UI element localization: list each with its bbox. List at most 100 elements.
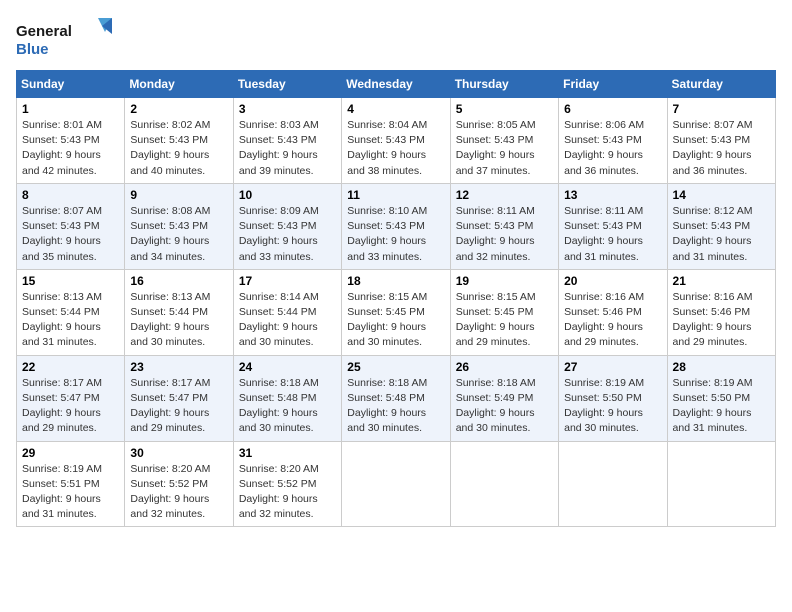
day-number: 27 (564, 360, 661, 374)
sunrise-time: Sunrise: 8:19 AM (22, 463, 102, 475)
day-cell: 21 Sunrise: 8:16 AM Sunset: 5:46 PM Dayl… (667, 269, 775, 355)
day-info: Sunrise: 8:20 AM Sunset: 5:52 PM Dayligh… (239, 462, 336, 523)
sunrise-time: Sunrise: 8:20 AM (130, 463, 210, 475)
empty-day-cell (559, 441, 667, 527)
weekday-header: Thursday (450, 71, 558, 98)
daylight-hours: Daylight: 9 hours and 30 minutes. (239, 407, 318, 434)
day-number: 7 (673, 102, 770, 116)
day-cell: 22 Sunrise: 8:17 AM Sunset: 5:47 PM Dayl… (17, 355, 125, 441)
day-info: Sunrise: 8:16 AM Sunset: 5:46 PM Dayligh… (564, 290, 661, 351)
daylight-hours: Daylight: 9 hours and 29 minutes. (130, 407, 209, 434)
day-cell: 15 Sunrise: 8:13 AM Sunset: 5:44 PM Dayl… (17, 269, 125, 355)
day-cell: 12 Sunrise: 8:11 AM Sunset: 5:43 PM Dayl… (450, 183, 558, 269)
day-cell: 3 Sunrise: 8:03 AM Sunset: 5:43 PM Dayli… (233, 98, 341, 184)
sunset-time: Sunset: 5:46 PM (673, 306, 751, 318)
day-number: 3 (239, 102, 336, 116)
daylight-hours: Daylight: 9 hours and 42 minutes. (22, 149, 101, 176)
day-info: Sunrise: 8:05 AM Sunset: 5:43 PM Dayligh… (456, 118, 553, 179)
daylight-hours: Daylight: 9 hours and 30 minutes. (347, 321, 426, 348)
day-info: Sunrise: 8:15 AM Sunset: 5:45 PM Dayligh… (456, 290, 553, 351)
day-cell: 17 Sunrise: 8:14 AM Sunset: 5:44 PM Dayl… (233, 269, 341, 355)
day-number: 13 (564, 188, 661, 202)
sunrise-time: Sunrise: 8:09 AM (239, 205, 319, 217)
sunrise-time: Sunrise: 8:18 AM (456, 377, 536, 389)
day-number: 25 (347, 360, 444, 374)
weekday-header: Saturday (667, 71, 775, 98)
calendar-week-row: 1 Sunrise: 8:01 AM Sunset: 5:43 PM Dayli… (17, 98, 776, 184)
day-info: Sunrise: 8:12 AM Sunset: 5:43 PM Dayligh… (673, 204, 770, 265)
day-info: Sunrise: 8:19 AM Sunset: 5:50 PM Dayligh… (564, 376, 661, 437)
sunset-time: Sunset: 5:48 PM (347, 392, 425, 404)
day-cell: 9 Sunrise: 8:08 AM Sunset: 5:43 PM Dayli… (125, 183, 233, 269)
empty-day-cell (450, 441, 558, 527)
daylight-hours: Daylight: 9 hours and 36 minutes. (564, 149, 643, 176)
day-cell: 26 Sunrise: 8:18 AM Sunset: 5:49 PM Dayl… (450, 355, 558, 441)
sunrise-time: Sunrise: 8:17 AM (130, 377, 210, 389)
day-cell: 23 Sunrise: 8:17 AM Sunset: 5:47 PM Dayl… (125, 355, 233, 441)
sunrise-time: Sunrise: 8:19 AM (564, 377, 644, 389)
day-info: Sunrise: 8:04 AM Sunset: 5:43 PM Dayligh… (347, 118, 444, 179)
sunset-time: Sunset: 5:50 PM (673, 392, 751, 404)
daylight-hours: Daylight: 9 hours and 30 minutes. (239, 321, 318, 348)
sunrise-time: Sunrise: 8:08 AM (130, 205, 210, 217)
calendar-week-row: 15 Sunrise: 8:13 AM Sunset: 5:44 PM Dayl… (17, 269, 776, 355)
daylight-hours: Daylight: 9 hours and 31 minutes. (564, 235, 643, 262)
day-number: 24 (239, 360, 336, 374)
calendar-week-row: 29 Sunrise: 8:19 AM Sunset: 5:51 PM Dayl… (17, 441, 776, 527)
day-cell: 30 Sunrise: 8:20 AM Sunset: 5:52 PM Dayl… (125, 441, 233, 527)
daylight-hours: Daylight: 9 hours and 34 minutes. (130, 235, 209, 262)
day-info: Sunrise: 8:18 AM Sunset: 5:49 PM Dayligh… (456, 376, 553, 437)
sunrise-time: Sunrise: 8:11 AM (564, 205, 643, 217)
sunset-time: Sunset: 5:44 PM (130, 306, 208, 318)
sunrise-time: Sunrise: 8:01 AM (22, 119, 102, 131)
daylight-hours: Daylight: 9 hours and 33 minutes. (347, 235, 426, 262)
sunset-time: Sunset: 5:43 PM (456, 220, 534, 232)
day-info: Sunrise: 8:08 AM Sunset: 5:43 PM Dayligh… (130, 204, 227, 265)
day-number: 30 (130, 446, 227, 460)
sunrise-time: Sunrise: 8:04 AM (347, 119, 427, 131)
day-number: 26 (456, 360, 553, 374)
sunrise-time: Sunrise: 8:14 AM (239, 291, 319, 303)
sunset-time: Sunset: 5:43 PM (22, 220, 100, 232)
sunset-time: Sunset: 5:46 PM (564, 306, 642, 318)
day-number: 20 (564, 274, 661, 288)
daylight-hours: Daylight: 9 hours and 29 minutes. (673, 321, 752, 348)
sunrise-time: Sunrise: 8:18 AM (347, 377, 427, 389)
day-info: Sunrise: 8:10 AM Sunset: 5:43 PM Dayligh… (347, 204, 444, 265)
daylight-hours: Daylight: 9 hours and 31 minutes. (673, 235, 752, 262)
daylight-hours: Daylight: 9 hours and 31 minutes. (22, 321, 101, 348)
day-number: 4 (347, 102, 444, 116)
day-number: 31 (239, 446, 336, 460)
calendar-week-row: 22 Sunrise: 8:17 AM Sunset: 5:47 PM Dayl… (17, 355, 776, 441)
sunrise-time: Sunrise: 8:18 AM (239, 377, 319, 389)
sunset-time: Sunset: 5:43 PM (564, 220, 642, 232)
day-info: Sunrise: 8:16 AM Sunset: 5:46 PM Dayligh… (673, 290, 770, 351)
daylight-hours: Daylight: 9 hours and 29 minutes. (456, 321, 535, 348)
day-number: 28 (673, 360, 770, 374)
day-number: 29 (22, 446, 119, 460)
empty-day-cell (342, 441, 450, 527)
daylight-hours: Daylight: 9 hours and 30 minutes. (564, 407, 643, 434)
day-number: 11 (347, 188, 444, 202)
calendar-header-row: SundayMondayTuesdayWednesdayThursdayFrid… (17, 71, 776, 98)
day-info: Sunrise: 8:07 AM Sunset: 5:43 PM Dayligh… (673, 118, 770, 179)
daylight-hours: Daylight: 9 hours and 29 minutes. (22, 407, 101, 434)
day-number: 9 (130, 188, 227, 202)
sunset-time: Sunset: 5:47 PM (22, 392, 100, 404)
day-info: Sunrise: 8:19 AM Sunset: 5:50 PM Dayligh… (673, 376, 770, 437)
sunset-time: Sunset: 5:43 PM (347, 134, 425, 146)
day-number: 12 (456, 188, 553, 202)
day-cell: 29 Sunrise: 8:19 AM Sunset: 5:51 PM Dayl… (17, 441, 125, 527)
weekday-header: Wednesday (342, 71, 450, 98)
day-cell: 8 Sunrise: 8:07 AM Sunset: 5:43 PM Dayli… (17, 183, 125, 269)
sunrise-time: Sunrise: 8:19 AM (673, 377, 753, 389)
sunrise-time: Sunrise: 8:13 AM (130, 291, 210, 303)
day-info: Sunrise: 8:18 AM Sunset: 5:48 PM Dayligh… (347, 376, 444, 437)
day-info: Sunrise: 8:03 AM Sunset: 5:43 PM Dayligh… (239, 118, 336, 179)
sunset-time: Sunset: 5:43 PM (673, 134, 751, 146)
daylight-hours: Daylight: 9 hours and 32 minutes. (239, 493, 318, 520)
day-cell: 10 Sunrise: 8:09 AM Sunset: 5:43 PM Dayl… (233, 183, 341, 269)
sunrise-time: Sunrise: 8:03 AM (239, 119, 319, 131)
sunset-time: Sunset: 5:45 PM (347, 306, 425, 318)
day-number: 14 (673, 188, 770, 202)
